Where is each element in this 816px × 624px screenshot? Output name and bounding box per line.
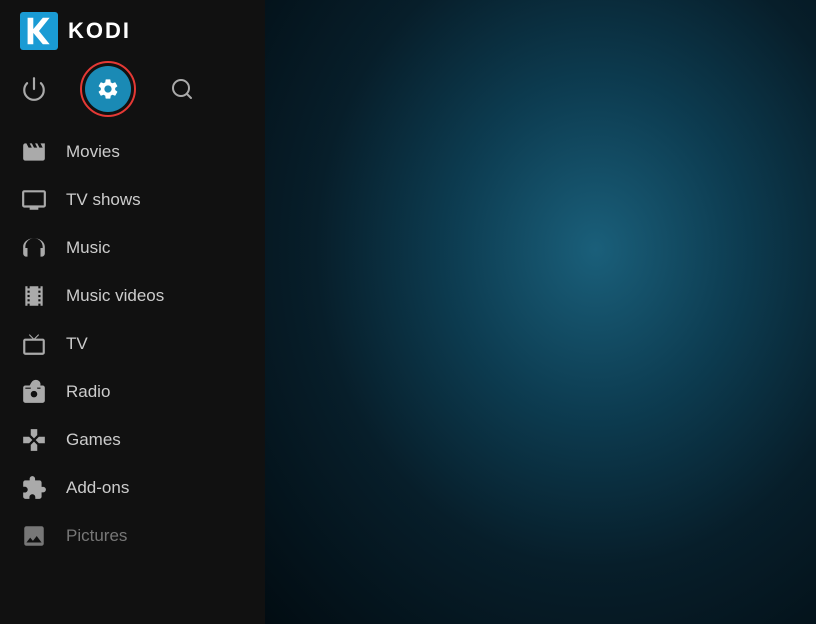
radio-label: Radio [66, 382, 110, 402]
gear-icon [96, 77, 120, 101]
tv-icon [20, 330, 48, 358]
tv-shows-icon [20, 186, 48, 214]
tv-label: TV [66, 334, 88, 354]
games-icon [20, 426, 48, 454]
movies-icon [20, 138, 48, 166]
nav-list: Movies TV shows Music [0, 128, 265, 624]
settings-circle [85, 66, 131, 112]
sidebar: KODI [0, 0, 265, 624]
settings-button[interactable] [68, 64, 148, 114]
pictures-icon [20, 522, 48, 550]
nav-item-music[interactable]: Music [0, 224, 265, 272]
kodi-logo-icon [20, 12, 58, 50]
add-ons-label: Add-ons [66, 478, 129, 498]
games-label: Games [66, 430, 121, 450]
music-videos-icon [20, 282, 48, 310]
search-button[interactable] [148, 64, 216, 114]
top-icons-bar [0, 58, 265, 128]
nav-item-add-ons[interactable]: Add-ons [0, 464, 265, 512]
nav-item-tv[interactable]: TV [0, 320, 265, 368]
nav-item-pictures[interactable]: Pictures [0, 512, 265, 560]
music-videos-label: Music videos [66, 286, 164, 306]
music-label: Music [66, 238, 110, 258]
movies-label: Movies [66, 142, 120, 162]
music-icon [20, 234, 48, 262]
logo-area: KODI [0, 0, 265, 58]
app-title: KODI [68, 18, 131, 44]
nav-item-games[interactable]: Games [0, 416, 265, 464]
nav-item-radio[interactable]: Radio [0, 368, 265, 416]
power-icon [21, 76, 47, 102]
add-ons-icon [20, 474, 48, 502]
search-icon [170, 77, 194, 101]
main-content [265, 0, 816, 624]
radio-icon [20, 378, 48, 406]
tv-shows-label: TV shows [66, 190, 141, 210]
power-button[interactable] [0, 64, 68, 114]
pictures-label: Pictures [66, 526, 127, 546]
nav-item-music-videos[interactable]: Music videos [0, 272, 265, 320]
nav-item-movies[interactable]: Movies [0, 128, 265, 176]
nav-item-tv-shows[interactable]: TV shows [0, 176, 265, 224]
